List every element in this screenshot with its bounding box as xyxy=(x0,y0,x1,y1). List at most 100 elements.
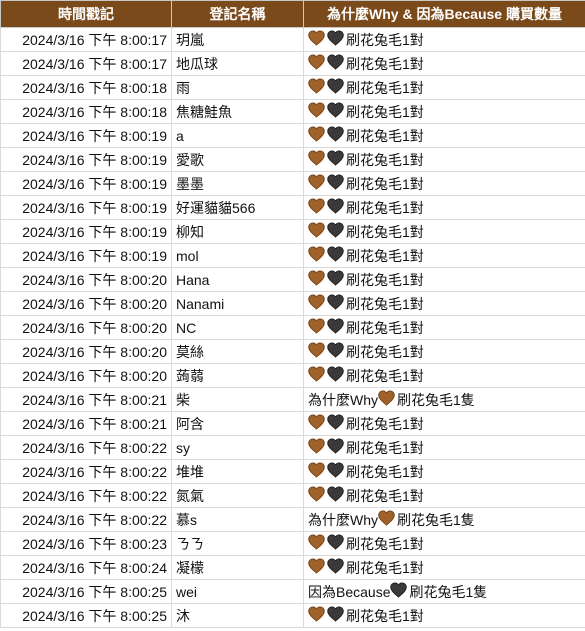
cell-item-text: 刷花兔毛1對 xyxy=(346,127,424,144)
cell-timestamp[interactable]: 2024/3/16 下午 8:00:18 xyxy=(0,75,172,100)
table-row: 2024/3/16 下午 8:00:20 Hana 刷花兔毛1對 xyxy=(0,267,585,292)
cell-name[interactable]: 莫絲 xyxy=(171,339,304,364)
cell-timestamp[interactable]: 2024/3/16 下午 8:00:20 xyxy=(0,315,172,340)
cell-timestamp[interactable]: 2024/3/16 下午 8:00:20 xyxy=(0,267,172,292)
cell-quantity[interactable]: 刷花兔毛1對 xyxy=(303,531,585,556)
cell-quantity[interactable]: 刷花兔毛1對 xyxy=(303,171,585,196)
cell-name[interactable]: 柳知 xyxy=(171,219,304,244)
cell-timestamp[interactable]: 2024/3/16 下午 8:00:19 xyxy=(0,195,172,220)
heart-brown-icon xyxy=(378,510,395,526)
cell-name[interactable]: wei xyxy=(171,579,304,604)
heart-dark-icon xyxy=(327,486,344,502)
cell-quantity[interactable]: 刷花兔毛1對 xyxy=(303,483,585,508)
heart-brown-icon xyxy=(308,534,325,550)
header-quantity[interactable]: 為什麼Why & 因為Because 購買數量 xyxy=(303,0,585,28)
cell-item-text: 刷花兔毛1對 xyxy=(346,151,424,168)
cell-timestamp[interactable]: 2024/3/16 下午 8:00:20 xyxy=(0,363,172,388)
cell-name[interactable]: 雨 xyxy=(171,75,304,100)
cell-quantity[interactable]: 刷花兔毛1對 xyxy=(303,339,585,364)
cell-timestamp[interactable]: 2024/3/16 下午 8:00:19 xyxy=(0,123,172,148)
cell-quantity[interactable]: 刷花兔毛1對 xyxy=(303,291,585,316)
cell-name[interactable]: 柴 xyxy=(171,387,304,412)
cell-timestamp[interactable]: 2024/3/16 下午 8:00:22 xyxy=(0,459,172,484)
cell-item-text: 刷花兔毛1對 xyxy=(346,271,424,288)
cell-timestamp[interactable]: 2024/3/16 下午 8:00:19 xyxy=(0,243,172,268)
cell-quantity[interactable]: 刷花兔毛1對 xyxy=(303,27,585,52)
cell-quantity[interactable]: 刷花兔毛1對 xyxy=(303,219,585,244)
cell-item-text: 刷花兔毛1對 xyxy=(346,415,424,432)
cell-name[interactable]: sy xyxy=(171,435,304,460)
heart-dark-icon xyxy=(327,54,344,70)
cell-quantity[interactable]: 刷花兔毛1對 xyxy=(303,243,585,268)
cell-name[interactable]: mol xyxy=(171,243,304,268)
cell-name[interactable]: 慕s xyxy=(171,507,304,532)
cell-item-text: 刷花兔毛1隻 xyxy=(397,511,475,528)
cell-timestamp[interactable]: 2024/3/16 下午 8:00:21 xyxy=(0,411,172,436)
cell-timestamp[interactable]: 2024/3/16 下午 8:00:19 xyxy=(0,171,172,196)
cell-name[interactable]: 蒟蒻 xyxy=(171,363,304,388)
cell-timestamp[interactable]: 2024/3/16 下午 8:00:20 xyxy=(0,339,172,364)
cell-timestamp[interactable]: 2024/3/16 下午 8:00:25 xyxy=(0,579,172,604)
cell-quantity[interactable]: 刷花兔毛1對 xyxy=(303,147,585,172)
cell-quantity[interactable]: 刷花兔毛1對 xyxy=(303,123,585,148)
cell-item-text: 刷花兔毛1對 xyxy=(346,559,424,576)
heart-dark-icon xyxy=(327,558,344,574)
cell-quantity[interactable]: 刷花兔毛1對 xyxy=(303,435,585,460)
cell-timestamp[interactable]: 2024/3/16 下午 8:00:22 xyxy=(0,435,172,460)
cell-quantity[interactable]: 因為Because 刷花兔毛1隻 xyxy=(303,579,585,604)
cell-quantity[interactable]: 刷花兔毛1對 xyxy=(303,315,585,340)
cell-name[interactable]: 凝檬 xyxy=(171,555,304,580)
cell-timestamp[interactable]: 2024/3/16 下午 8:00:17 xyxy=(0,27,172,52)
cell-name[interactable]: 沐 xyxy=(171,603,304,628)
cell-quantity[interactable]: 刷花兔毛1對 xyxy=(303,75,585,100)
cell-quantity[interactable]: 為什麼Why 刷花兔毛1隻 xyxy=(303,507,585,532)
cell-timestamp[interactable]: 2024/3/16 下午 8:00:25 xyxy=(0,603,172,628)
cell-name[interactable]: 玥嵐 xyxy=(171,27,304,52)
cell-name[interactable]: 阿含 xyxy=(171,411,304,436)
cell-timestamp[interactable]: 2024/3/16 下午 8:00:24 xyxy=(0,555,172,580)
cell-timestamp[interactable]: 2024/3/16 下午 8:00:18 xyxy=(0,99,172,124)
header-timestamp[interactable]: 時間戳記 xyxy=(0,0,172,28)
cell-name[interactable]: ㄋㄋ xyxy=(171,531,304,556)
cell-name[interactable]: Hana xyxy=(171,267,304,292)
cell-name[interactable]: 愛歌 xyxy=(171,147,304,172)
cell-name[interactable]: Nanami xyxy=(171,291,304,316)
cell-quantity[interactable]: 刷花兔毛1對 xyxy=(303,555,585,580)
spreadsheet: 時間戳記 登記名稱 為什麼Why & 因為Because 購買數量 2024/3… xyxy=(0,0,585,631)
cell-timestamp[interactable]: 2024/3/16 下午 8:00:19 xyxy=(0,219,172,244)
cell-timestamp[interactable]: 2024/3/16 下午 8:00:20 xyxy=(0,291,172,316)
cell-name[interactable]: 好運貓貓566 xyxy=(171,195,304,220)
cell-name[interactable]: 墨墨 xyxy=(171,171,304,196)
cell-quantity[interactable]: 刷花兔毛1對 xyxy=(303,363,585,388)
heart-brown-icon xyxy=(308,342,325,358)
cell-quantity[interactable]: 刷花兔毛1對 xyxy=(303,603,585,628)
heart-brown-icon xyxy=(308,606,325,622)
cell-timestamp[interactable]: 2024/3/16 下午 8:00:17 xyxy=(0,51,172,76)
cell-name[interactable]: 焦糖鮭魚 xyxy=(171,99,304,124)
cell-item-text: 刷花兔毛1對 xyxy=(346,487,424,504)
heart-dark-icon xyxy=(327,222,344,238)
cell-timestamp[interactable]: 2024/3/16 下午 8:00:23 xyxy=(0,531,172,556)
cell-timestamp[interactable]: 2024/3/16 下午 8:00:22 xyxy=(0,507,172,532)
cell-name[interactable]: a xyxy=(171,123,304,148)
cell-timestamp[interactable]: 2024/3/16 下午 8:00:19 xyxy=(0,147,172,172)
table-row: 2024/3/16 下午 8:00:19 墨墨 刷花兔毛1對 xyxy=(0,171,585,196)
table-row: 2024/3/16 下午 8:00:22 堆堆 刷花兔毛1對 xyxy=(0,459,585,484)
cell-name[interactable]: 堆堆 xyxy=(171,459,304,484)
cell-quantity[interactable]: 刷花兔毛1對 xyxy=(303,267,585,292)
cell-quantity[interactable]: 刷花兔毛1對 xyxy=(303,51,585,76)
table-row: 2024/3/16 下午 8:00:17 地瓜球 刷花兔毛1對 xyxy=(0,51,585,76)
cell-quantity[interactable]: 刷花兔毛1對 xyxy=(303,411,585,436)
heart-brown-icon xyxy=(308,246,325,262)
cell-timestamp[interactable]: 2024/3/16 下午 8:00:22 xyxy=(0,483,172,508)
heart-brown-icon xyxy=(308,78,325,94)
cell-quantity[interactable]: 刷花兔毛1對 xyxy=(303,99,585,124)
cell-name[interactable]: 氮氣 xyxy=(171,483,304,508)
cell-name[interactable]: 地瓜球 xyxy=(171,51,304,76)
cell-quantity[interactable]: 為什麼Why 刷花兔毛1隻 xyxy=(303,387,585,412)
cell-quantity[interactable]: 刷花兔毛1對 xyxy=(303,195,585,220)
cell-name[interactable]: NC xyxy=(171,315,304,340)
header-name[interactable]: 登記名稱 xyxy=(171,0,304,28)
cell-quantity[interactable]: 刷花兔毛1對 xyxy=(303,459,585,484)
cell-timestamp[interactable]: 2024/3/16 下午 8:00:21 xyxy=(0,387,172,412)
